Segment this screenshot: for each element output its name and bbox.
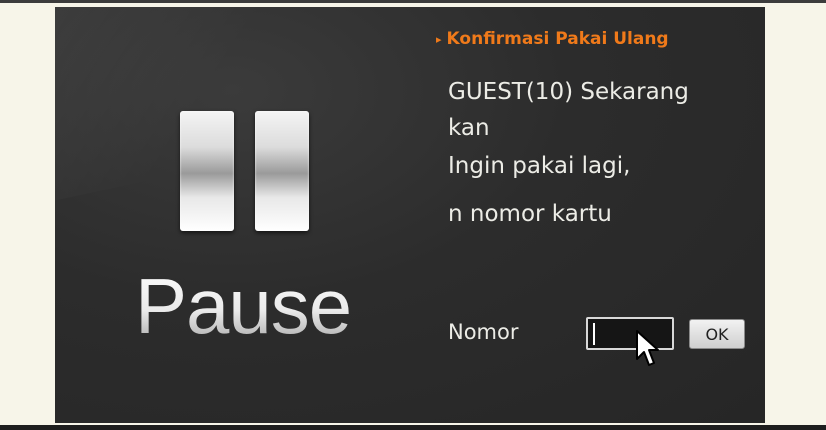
pause-bar-left	[180, 111, 234, 231]
arrow-right-icon: ▸	[436, 32, 442, 46]
ok-button[interactable]: OK	[689, 319, 745, 349]
window-bottom-border	[0, 425, 826, 430]
message-line-1: GUEST(10) Sekarang	[448, 79, 689, 105]
mouse-pointer-icon	[636, 330, 659, 366]
nomor-label: Nomor	[448, 320, 519, 344]
pause-dialog: Pause ▸ Konfirmasi Pakai Ulang GUEST(10)…	[55, 7, 765, 423]
pause-label: Pause	[135, 261, 365, 351]
message-line-3: Ingin pakai lagi,	[448, 153, 631, 179]
window-top-border	[0, 0, 826, 3]
text-caret	[593, 323, 595, 345]
dialog-title-text: Konfirmasi Pakai Ulang	[446, 29, 669, 49]
message-line-4: n nomor kartu	[448, 201, 612, 227]
dialog-title: ▸ Konfirmasi Pakai Ulang	[436, 27, 669, 51]
pause-bar-right	[255, 111, 309, 231]
message-line-2: kan	[448, 115, 490, 141]
